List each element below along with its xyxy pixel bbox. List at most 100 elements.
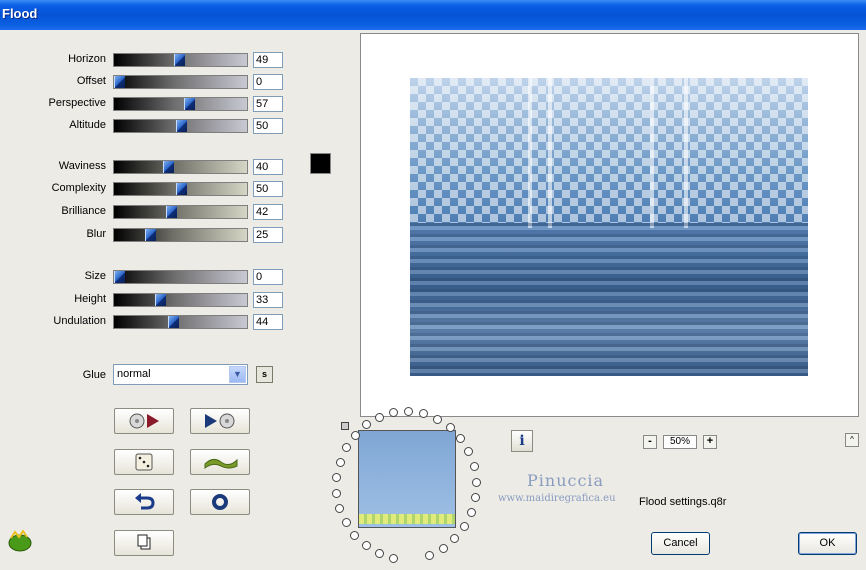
slider-label: Size [84,270,106,282]
zoom-in-button[interactable]: + [703,435,717,449]
navigator-dot[interactable] [388,553,398,563]
watermark-name: Pinuccia [527,471,605,490]
copy-icon [137,534,151,550]
slider-thumb[interactable] [166,206,177,218]
navigator-dot[interactable] [341,518,351,528]
logo-icon [8,530,32,552]
slider-track[interactable] [113,205,248,219]
slider-value-input[interactable]: 49 [253,52,283,68]
navigator-dot[interactable] [374,549,384,559]
navigator-handle[interactable] [341,422,349,430]
navigator-dot[interactable] [335,457,345,467]
navigator-dot[interactable] [471,477,481,487]
ok-button[interactable]: OK [798,532,857,555]
navigator-dot[interactable] [375,412,385,422]
navigator-dot[interactable] [438,544,448,553]
slider-label: Complexity [51,182,106,194]
slider-thumb[interactable] [176,183,187,195]
wave-button[interactable] [190,449,250,475]
slider-label: Brilliance [61,205,106,217]
copy-button[interactable] [114,530,174,556]
random-button[interactable] [114,449,174,475]
navigator-dot[interactable] [361,541,371,551]
slider-track[interactable] [113,119,248,133]
slider-thumb[interactable] [168,316,179,328]
navigator-dot[interactable] [460,522,470,532]
navigator-dot[interactable] [456,434,466,444]
cancel-button[interactable]: Cancel [651,532,710,555]
slider-thumb[interactable] [114,76,125,88]
slider-value-input[interactable]: 50 [253,181,283,197]
zoom-value: 50% [663,435,697,449]
settings-filename: Flood settings.q8r [639,496,727,508]
zoom-out-button[interactable]: - [643,435,657,449]
slider-value-input[interactable]: 44 [253,314,283,330]
save-preset-button[interactable] [190,408,250,434]
slider-track[interactable] [113,270,248,284]
slider-thumb[interactable] [155,294,166,306]
navigator-dot[interactable] [362,420,371,430]
slider-label: Offset [76,75,106,87]
slider-track[interactable] [113,75,248,89]
wave-icon [204,458,238,469]
window-title: Flood [2,6,38,21]
slider-thumb[interactable] [114,271,125,283]
glue-s-button[interactable]: s [256,366,273,383]
navigator-dot[interactable] [425,550,435,560]
navigator-dot[interactable] [332,472,342,482]
slider-track[interactable] [113,293,248,307]
info-button[interactable]: i [511,430,533,452]
slider-value-input[interactable]: 25 [253,227,283,243]
preview-canvas[interactable] [360,33,859,417]
slider-value-input[interactable]: 57 [253,96,283,112]
navigator-dot[interactable] [469,461,479,471]
glue-label: Glue [82,369,106,381]
slider-track[interactable] [113,315,248,329]
glue-select[interactable]: normal ▼ [113,364,248,385]
save-preset-icon [205,413,235,429]
slider-value-input[interactable]: 0 [253,269,283,285]
slider-value-input[interactable]: 40 [253,159,283,175]
navigator-dot[interactable] [332,488,342,498]
dialog-body: Horizon 49 Offset 0 Perspective 57 Altitude 50 W… [0,30,866,570]
watermark-url: www.maidiregrafica.eu [498,493,616,504]
navigator-dot[interactable] [467,508,477,518]
color-swatch[interactable] [310,153,331,174]
slider-value-input[interactable]: 42 [253,204,283,220]
load-preset-button[interactable] [114,408,174,434]
navigator-dot[interactable] [471,493,481,503]
chevron-down-icon[interactable]: ▼ [229,366,246,383]
collapse-button[interactable]: ^ [845,433,859,447]
navigator-dot[interactable] [432,414,442,424]
slider-thumb[interactable] [184,98,195,110]
navigator-dot[interactable] [350,531,360,541]
slider-track[interactable] [113,228,248,242]
navigator-dot[interactable] [464,447,474,457]
undo-icon [135,493,155,510]
navigator-dot[interactable] [350,430,360,440]
reset-button[interactable] [190,489,250,515]
slider-thumb[interactable] [163,161,174,173]
navigator-dot[interactable] [445,423,455,433]
slider-track[interactable] [113,182,248,196]
slider-value-input[interactable]: 50 [253,118,283,134]
navigator-thumbnail[interactable] [358,430,456,528]
slider-thumb[interactable] [176,120,187,132]
slider-label: Horizon [68,53,106,65]
slider-value-input[interactable]: 33 [253,292,283,308]
slider-label: Waviness [58,160,106,172]
slider-thumb[interactable] [145,229,156,241]
navigator-dot[interactable] [341,443,351,453]
navigator-dot[interactable] [335,504,345,514]
slider-label: Altitude [69,119,106,131]
load-preset-icon [129,413,159,429]
undo-button[interactable] [114,489,174,515]
title-bar[interactable]: Flood [0,0,866,30]
slider-thumb[interactable] [174,54,185,66]
slider-value-input[interactable]: 0 [253,74,283,90]
slider-track[interactable] [113,97,248,111]
slider-track[interactable] [113,53,248,67]
navigator-dot[interactable] [450,534,460,544]
slider-track[interactable] [113,160,248,174]
reset-circle-icon [212,494,228,510]
